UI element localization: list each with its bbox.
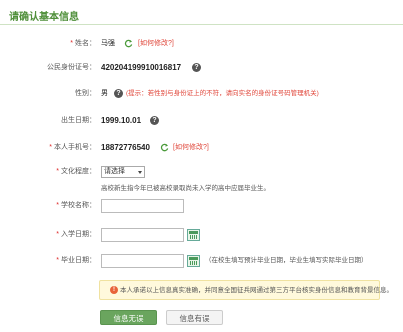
required-mark: * xyxy=(56,257,59,264)
calendar-icon[interactable] xyxy=(187,229,200,241)
help-icon[interactable]: ? xyxy=(192,63,201,72)
phone-edit-link[interactable]: [如何修改?] xyxy=(173,140,209,156)
grad-date-note: （在校生填写预计毕业日期，毕业生填写实际毕业日期） xyxy=(205,257,368,264)
education-label-text: 文化程度： xyxy=(61,168,96,175)
school-label: * 学校名称： xyxy=(36,198,96,214)
education-select[interactable]: 请选择 xyxy=(101,166,145,178)
phone-value: 18872776540 xyxy=(101,143,150,152)
grad-date-row: * 毕业日期： （在校生填写预计毕业日期，毕业生填写实际毕业日期） xyxy=(0,253,403,269)
required-mark: * xyxy=(70,40,73,47)
help-icon[interactable]: ? xyxy=(114,89,123,98)
phone-label-text: 本人手机号： xyxy=(54,144,96,151)
education-note: 高校新生指今年已被高校录取尚未入学的高中应届毕业生。 xyxy=(101,185,270,192)
calendar-icon[interactable] xyxy=(187,255,200,267)
grad-date-label: * 毕业日期： xyxy=(36,253,96,269)
required-mark: * xyxy=(56,168,59,175)
page-title: 请确认基本信息 xyxy=(9,12,79,23)
education-selected: 请选择 xyxy=(104,168,125,175)
refresh-icon[interactable] xyxy=(160,143,169,152)
enroll-date-input[interactable] xyxy=(101,228,184,242)
gender-value: 男 xyxy=(101,90,108,97)
enroll-date-row: * 入学日期： xyxy=(0,227,403,243)
report-error-button[interactable]: 信息有误 xyxy=(166,310,223,325)
enroll-date-label-text: 入学日期： xyxy=(61,231,96,238)
grad-date-label-text: 毕业日期： xyxy=(61,257,96,264)
gender-label: 性别： xyxy=(75,90,96,97)
refresh-icon[interactable] xyxy=(124,39,133,48)
name-label: * 姓名： xyxy=(36,36,96,52)
required-mark: * xyxy=(56,202,59,209)
education-row: * 文化程度： 请选择 xyxy=(0,164,403,180)
enroll-date-label: * 入学日期： xyxy=(36,227,96,243)
page-header: 请确认基本信息 xyxy=(0,0,403,26)
education-label: * 文化程度： xyxy=(36,164,96,180)
gender-row: 性别： 男 ? (提示：若性别与身份证上的不符，请向实名的身份证号码管理机关) xyxy=(0,86,403,102)
confirm-button[interactable]: 信息无误 xyxy=(100,310,157,325)
gender-hint: (提示：若性别与身份证上的不符，请向实名的身份证号码管理机关) xyxy=(126,90,319,97)
name-value: 马强 xyxy=(101,40,115,47)
commitment-notice: ! 本人承诺以上信息真实准确，并同意全国征兵网通过第三方平台核实身份信息和教育背… xyxy=(99,280,393,300)
birth-row: 出生日期： 1999.10.01 ? xyxy=(0,113,403,129)
required-mark: * xyxy=(49,144,52,151)
birth-label: 出生日期： xyxy=(61,117,96,124)
grad-date-input[interactable] xyxy=(101,254,184,268)
name-row: * 姓名： 马强 [如何修改?] xyxy=(0,36,403,52)
chevron-down-icon xyxy=(138,171,142,174)
header-divider xyxy=(0,24,403,25)
name-label-text: 姓名： xyxy=(75,40,96,47)
id-number-value: 420204199910016817 xyxy=(101,63,182,72)
phone-row: * 本人手机号： 18872776540 [如何修改?] xyxy=(0,140,403,156)
id-number-label: 公民身份证号： xyxy=(47,64,96,71)
school-label-text: 学校名称： xyxy=(61,202,96,209)
warning-icon: ! xyxy=(110,286,118,294)
name-edit-link[interactable]: [如何修改?] xyxy=(138,36,174,52)
id-number-row: 公民身份证号： 420204199910016817 ? xyxy=(0,60,403,76)
school-row: * 学校名称： xyxy=(0,198,403,214)
birth-value: 1999.10.01 xyxy=(101,116,142,125)
school-input[interactable] xyxy=(101,199,184,213)
phone-label: * 本人手机号： xyxy=(36,140,96,156)
help-icon[interactable]: ? xyxy=(150,116,159,125)
required-mark: * xyxy=(56,231,59,238)
commitment-text: 本人承诺以上信息真实准确，并同意全国征兵网通过第三方平台核实身份信息和教育背景信… xyxy=(120,287,393,294)
